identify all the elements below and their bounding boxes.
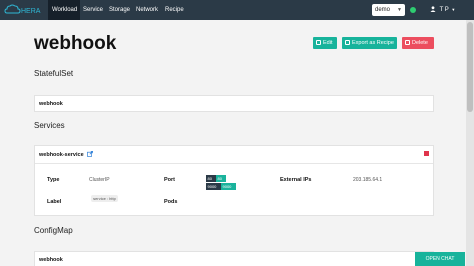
export-button-label: Export as Recipe (352, 40, 394, 46)
nav-service[interactable]: Service (83, 0, 103, 20)
top-navbar: HERA Workload Service Storage Network Re… (0, 0, 474, 20)
edit-icon (316, 39, 321, 45)
page-title: webhook (34, 33, 117, 54)
delete-button-label: Delete (412, 40, 428, 46)
user-icon (430, 6, 436, 12)
edit-button[interactable]: Edit (313, 37, 337, 49)
port-label: Port (164, 177, 175, 183)
service-card: webhook-service Type ClusterIP Port 80 8… (34, 145, 434, 216)
scrollbar-thumb[interactable] (467, 22, 473, 112)
card-divider (35, 163, 433, 164)
pods-label: Pods (164, 199, 178, 205)
service-status-square (424, 151, 429, 156)
open-chat-button[interactable]: OPEN CHAT (415, 252, 465, 266)
service-name[interactable]: webhook-service (39, 152, 84, 158)
nav-storage[interactable]: Storage (109, 0, 130, 20)
delete-button[interactable]: Delete (402, 37, 434, 49)
nav-workload[interactable]: Workload (48, 0, 80, 20)
trash-icon (405, 39, 410, 45)
statefulset-card[interactable]: webhook (34, 95, 434, 112)
edit-button-label: Edit (323, 40, 333, 46)
configmap-heading: ConfigMap (34, 226, 73, 235)
export-recipe-button[interactable]: Export as Recipe (342, 37, 397, 49)
port-number: 9000 (206, 183, 221, 190)
port-number: 80 (206, 175, 216, 182)
target-port-number: 9000 (221, 183, 236, 190)
chevron-down-icon: ▼ (397, 7, 402, 13)
export-icon (345, 39, 350, 45)
hera-logo[interactable]: HERA (4, 3, 44, 17)
external-ips-value: 203.185.64.1 (353, 177, 383, 183)
type-label: Type (47, 177, 60, 183)
statefulset-heading: StatefulSet (34, 69, 74, 78)
label-chip: service : http (91, 195, 118, 202)
configmap-name: webhook (39, 257, 63, 263)
configmap-card[interactable]: webhook (34, 251, 434, 266)
label-label: Label (47, 199, 62, 205)
external-link-icon[interactable] (87, 151, 93, 157)
external-ips-label: External IPs (280, 177, 312, 183)
type-value: ClusterIP (89, 177, 110, 183)
status-indicator (410, 7, 416, 13)
namespace-select[interactable]: demo ▼ (372, 4, 405, 16)
user-menu[interactable]: T P ▼ (430, 0, 455, 20)
services-heading: Services (34, 121, 65, 130)
nav-network[interactable]: Network (136, 0, 158, 20)
target-port-number: 80 (216, 175, 226, 182)
nav-recipe[interactable]: Recipe (165, 0, 184, 20)
user-name: T P (439, 7, 449, 13)
statefulset-name: webhook (39, 101, 63, 107)
page-scrollbar[interactable] (466, 20, 474, 266)
chevron-down-icon: ▼ (451, 7, 456, 12)
namespace-value: demo (375, 7, 391, 13)
svg-text:HERA: HERA (21, 8, 41, 15)
